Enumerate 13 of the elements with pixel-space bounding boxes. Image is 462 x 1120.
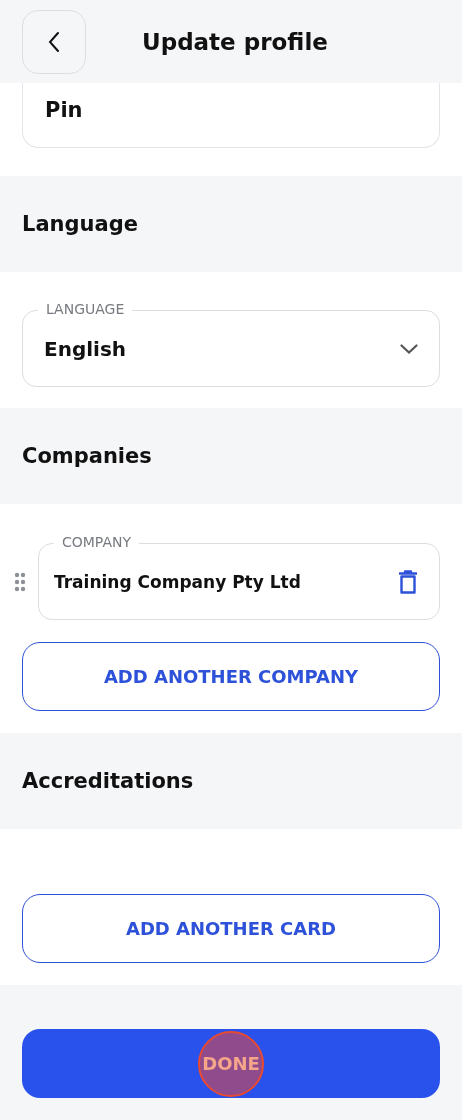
drag-handle-icon[interactable] bbox=[14, 571, 26, 592]
back-icon bbox=[48, 30, 60, 53]
company-field[interactable]: COMPANY Training Company Pty Ltd bbox=[38, 533, 440, 620]
section-heading: Companies bbox=[22, 444, 152, 468]
trash-icon[interactable] bbox=[398, 569, 418, 594]
add-button[interactable]: ADD ANOTHER CARD bbox=[22, 894, 440, 963]
section-heading: Accreditations bbox=[22, 769, 194, 793]
chevron-down-icon bbox=[400, 343, 418, 354]
language-dropdown[interactable]: LANGUAGE English bbox=[22, 300, 440, 387]
screen-title: Update profile bbox=[142, 28, 328, 55]
pin-field[interactable]: Pin bbox=[22, 83, 440, 148]
section-heading: Language bbox=[22, 212, 138, 236]
add-button[interactable]: ADD ANOTHER COMPANY bbox=[22, 642, 440, 711]
